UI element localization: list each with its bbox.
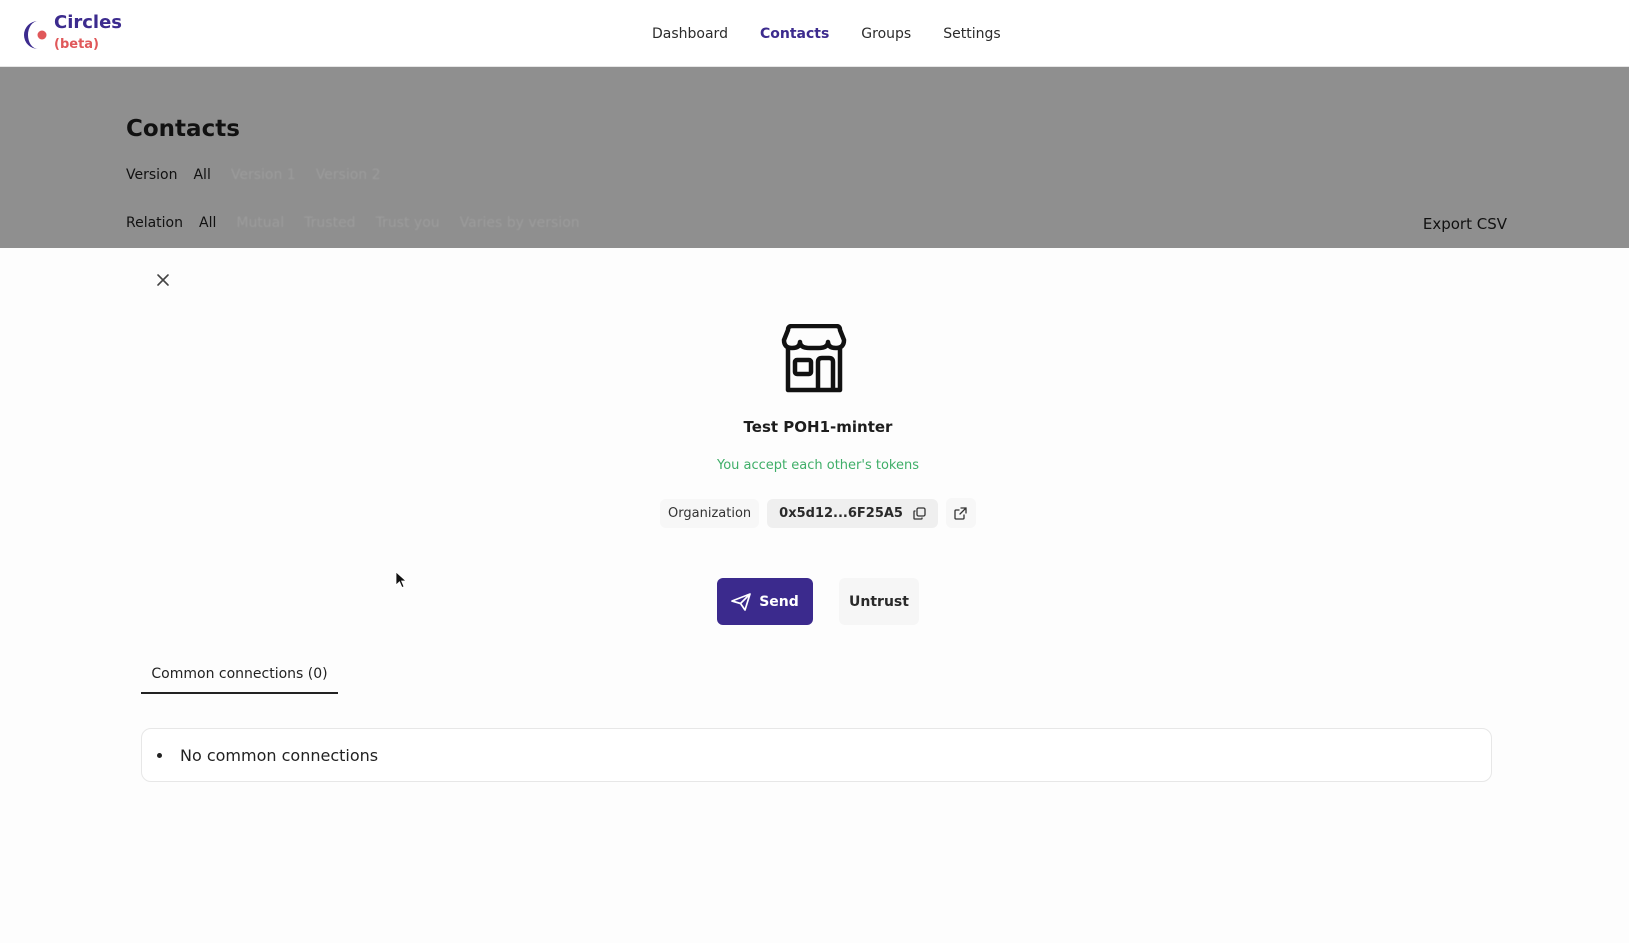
beta-badge: (beta) — [54, 37, 99, 52]
address-copy-button[interactable]: 0x5d12...6F25A5 — [767, 498, 938, 528]
app-logo[interactable]: Circles (beta) — [24, 14, 122, 53]
list-bullet — [157, 752, 162, 758]
external-link-icon — [954, 506, 968, 520]
profile-name: Test POH1-minter — [743, 418, 893, 436]
mouse-cursor-icon — [395, 571, 407, 589]
nav-dashboard[interactable]: Dashboard — [652, 26, 728, 42]
version-filter-label: Version — [126, 167, 178, 183]
contact-detail-panel: Test POH1-minter You accept each other's… — [141, 248, 1495, 943]
nav-settings[interactable]: Settings — [943, 26, 1000, 42]
page-title: Contacts — [126, 116, 240, 142]
profile-type-badge: Organization — [660, 498, 760, 528]
nav-groups[interactable]: Groups — [861, 26, 911, 42]
close-icon — [157, 274, 169, 286]
external-link-button[interactable] — [945, 498, 976, 528]
relation-filter: Relation All Mutual Trusted Trust you Va… — [126, 215, 600, 231]
untrust-button[interactable]: Untrust — [839, 578, 919, 625]
version-filter: Version All Version 1 Version 2 — [126, 167, 401, 183]
send-icon — [731, 592, 752, 611]
relation-chip-varies[interactable]: Varies by version — [460, 215, 580, 231]
relation-status: You accept each other's tokens — [716, 458, 919, 473]
empty-connections-text: No common connections — [180, 745, 379, 765]
export-csv-button[interactable]: Export CSV — [1423, 215, 1507, 233]
relation-chip-trusted[interactable]: Trusted — [304, 215, 355, 231]
send-button-label: Send — [759, 593, 799, 610]
circles-logo-icon — [24, 21, 47, 49]
relation-filter-label: Relation — [126, 215, 183, 231]
profile-meta: Organization 0x5d12...6F25A5 — [141, 498, 1495, 528]
send-button[interactable]: Send — [717, 578, 813, 625]
close-button[interactable] — [151, 268, 175, 292]
relation-chip-mutual[interactable]: Mutual — [236, 215, 284, 231]
nav-contacts[interactable]: Contacts — [760, 26, 829, 42]
version-chip-all[interactable]: All — [193, 167, 210, 183]
tab-common-connections[interactable]: Common connections (0) — [141, 666, 338, 694]
address-text: 0x5d12...6F25A5 — [779, 505, 903, 521]
app-name: Circles — [54, 12, 123, 33]
action-buttons: Send Untrust — [141, 578, 1495, 625]
common-connections-list: No common connections — [141, 728, 1492, 782]
version-chip-1[interactable]: Version 1 — [231, 167, 296, 183]
relation-chip-trust-you[interactable]: Trust you — [376, 215, 440, 231]
main-nav: Dashboard Contacts Groups Settings — [652, 26, 1033, 42]
top-navbar: Circles (beta) Dashboard Contacts Groups… — [0, 0, 1629, 67]
storefront-icon — [781, 324, 847, 393]
version-chip-2[interactable]: Version 2 — [316, 167, 381, 183]
copy-icon — [913, 506, 926, 520]
relation-chip-all[interactable]: All — [199, 215, 216, 231]
modal-backdrop[interactable]: Contacts Version All Version 1 Version 2… — [0, 67, 1629, 248]
